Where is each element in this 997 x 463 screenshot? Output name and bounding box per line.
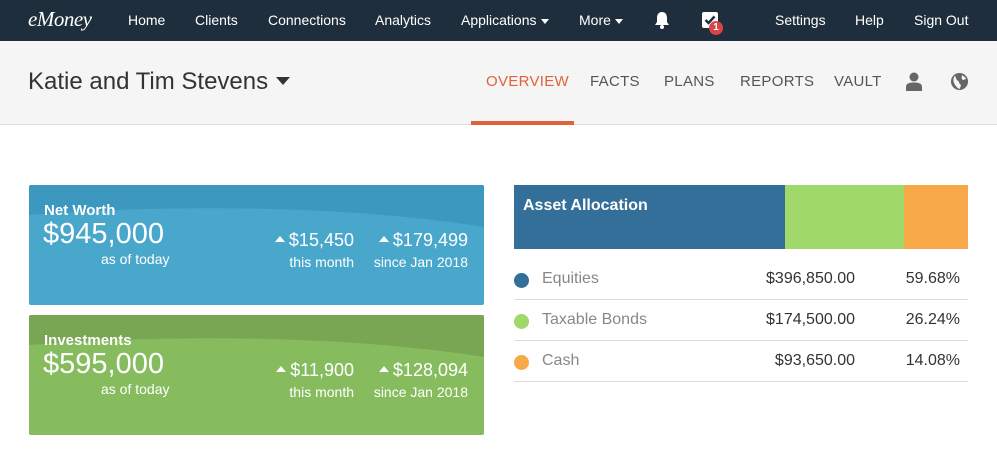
nav-clients[interactable]: Clients (195, 12, 238, 28)
nav-sign-out[interactable]: Sign Out (914, 12, 968, 28)
asset-allocation-title: Asset Allocation (523, 197, 648, 214)
investments-value: $595,000 (43, 348, 164, 380)
globe-icon[interactable] (950, 72, 969, 91)
allocation-row-taxable-bonds: Taxable Bonds $174,500.00 26.24% (514, 300, 968, 341)
investments-title: Investments (44, 332, 132, 349)
allocation-percent: 26.24% (905, 311, 960, 328)
investments-since-label: since Jan 2018 (373, 384, 468, 400)
net-worth-card[interactable]: Net Worth $945,000 as of today $15,450 t… (29, 185, 484, 305)
tab-vault[interactable]: VAULT (834, 73, 882, 90)
allocation-segment-cash[interactable] (904, 185, 968, 249)
net-worth-month-label: this month (289, 254, 354, 270)
bell-icon[interactable] (652, 10, 672, 30)
person-icon[interactable] (905, 72, 923, 92)
allocation-percent: 59.68% (905, 270, 960, 287)
nav-applications-label: Applications (461, 12, 537, 28)
emoney-logo[interactable]: eMoney (28, 7, 92, 32)
nav-analytics[interactable]: Analytics (375, 12, 431, 28)
allocation-segment-equities[interactable] (514, 185, 785, 249)
taxable-bonds-legend-dot (514, 314, 529, 329)
investments-since-change: $128,094 since Jan 2018 (374, 360, 468, 400)
client-header: Katie and Tim Stevens OVERVIEW FACTS PLA… (0, 41, 997, 125)
investments-since-value: $128,094 (374, 360, 468, 381)
allocation-name: Taxable Bonds (542, 311, 647, 328)
net-worth-month-value: $15,450 (275, 230, 354, 251)
chevron-down-icon (540, 18, 549, 24)
allocation-row-cash: Cash $93,650.00 14.08% (514, 341, 968, 382)
nav-more-label: More (579, 12, 611, 28)
net-worth-title: Net Worth (44, 202, 116, 219)
allocation-segment-taxable-bonds[interactable] (784, 185, 905, 249)
allocation-name: Cash (542, 352, 580, 369)
net-worth-value: $945,000 (43, 218, 164, 250)
nav-applications[interactable]: Applications (461, 12, 549, 28)
cash-legend-dot (514, 355, 529, 370)
client-name: Katie and Tim Stevens (28, 68, 269, 95)
net-worth-as-of: as of today (101, 251, 170, 267)
nav-more[interactable]: More (579, 12, 623, 28)
asset-allocation-bar[interactable] (514, 185, 968, 249)
chevron-down-icon (614, 18, 623, 24)
investments-as-of: as of today (101, 381, 170, 397)
allocation-percent: 14.08% (905, 352, 960, 369)
allocation-name: Equities (542, 270, 599, 287)
net-worth-since-label: since Jan 2018 (373, 254, 468, 270)
top-navigation: eMoney Home Clients Connections Analytic… (0, 0, 997, 41)
task-count-badge: 1 (709, 21, 723, 35)
allocation-amount: $93,650.00 (774, 352, 855, 369)
tab-reports[interactable]: REPORTS (740, 73, 814, 90)
investments-month-label: this month (289, 384, 354, 400)
client-selector[interactable]: Katie and Tim Stevens (28, 68, 291, 96)
allocation-amount: $396,850.00 (766, 270, 855, 287)
tab-overview[interactable]: OVERVIEW (486, 73, 569, 90)
allocation-amount: $174,500.00 (766, 311, 855, 328)
nav-connections[interactable]: Connections (268, 12, 346, 28)
investments-card[interactable]: Investments $595,000 as of today $11,900… (29, 315, 484, 435)
chevron-down-icon (276, 76, 291, 85)
investments-month-change: $11,900 this month (276, 360, 354, 400)
nav-home[interactable]: Home (128, 12, 165, 28)
tab-plans[interactable]: PLANS (664, 73, 715, 90)
net-worth-since-value: $179,499 (374, 230, 468, 251)
tab-facts[interactable]: FACTS (590, 73, 640, 90)
nav-help[interactable]: Help (855, 12, 884, 28)
net-worth-since-change: $179,499 since Jan 2018 (374, 230, 468, 270)
investments-month-value: $11,900 (276, 360, 354, 381)
nav-settings[interactable]: Settings (775, 12, 826, 28)
active-tab-indicator (471, 121, 574, 125)
allocation-row-equities: Equities $396,850.00 59.68% (514, 259, 968, 300)
net-worth-month-change: $15,450 this month (275, 230, 354, 270)
equities-legend-dot (514, 273, 529, 288)
